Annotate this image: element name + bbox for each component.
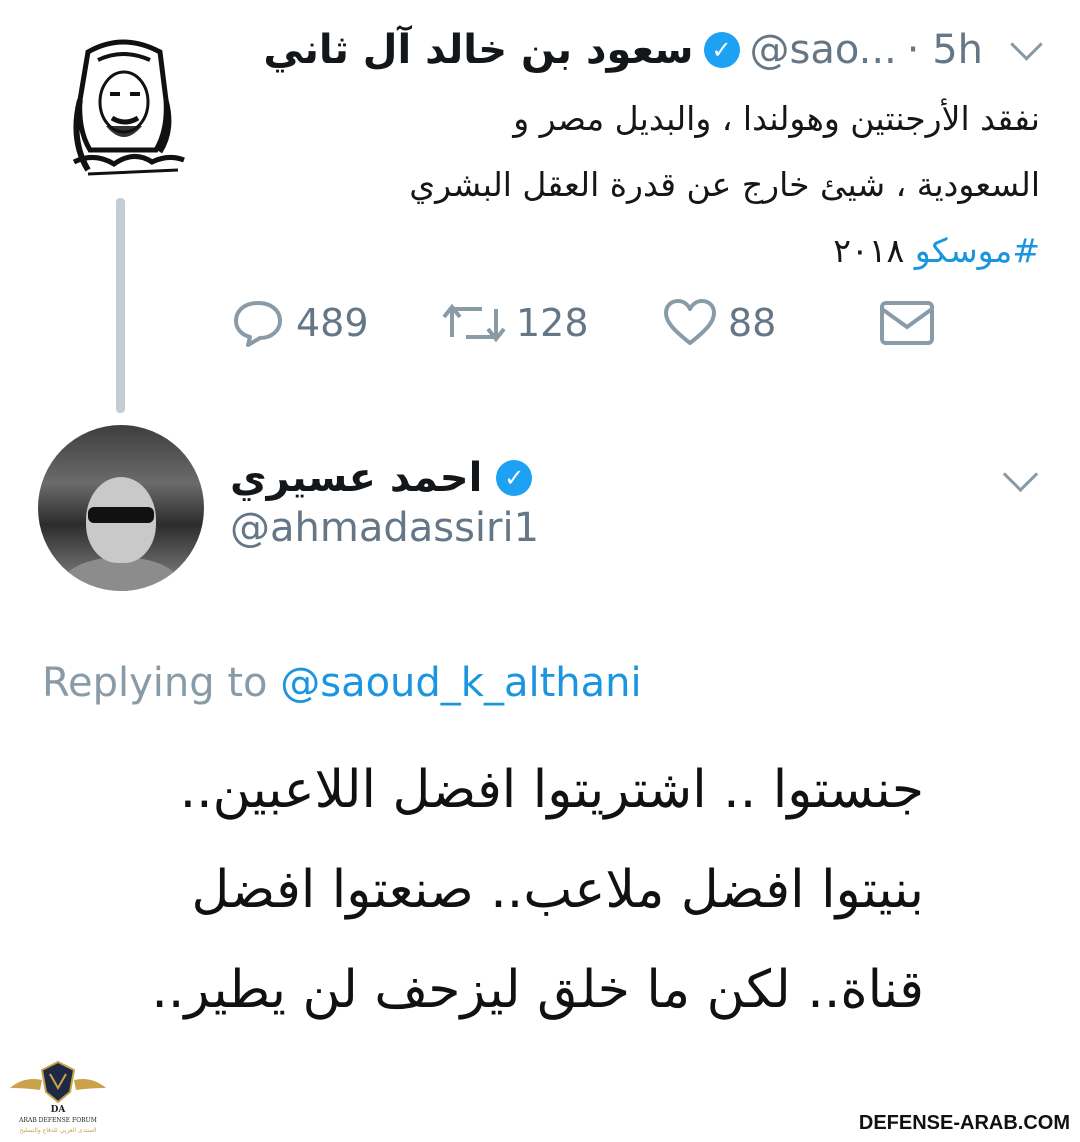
reply-header: احمد عسيري ✓ [230, 450, 533, 506]
reply-button[interactable]: 489 [230, 290, 369, 356]
chevron-down-icon[interactable] [1002, 456, 1039, 493]
watermark-logo: DA ARAB DEFENSE FORUM المنتدى العربي للد… [6, 1058, 110, 1138]
verified-badge-icon: ✓ [703, 32, 740, 68]
tweet-text: نفقد الأرجنتين وهولندا ، والبديل مصر و ا… [260, 86, 1040, 284]
reply-count: 489 [296, 301, 369, 345]
retweet-icon [442, 303, 506, 343]
tweet-text-line: نفقد الأرجنتين وهولندا ، والبديل مصر و [513, 99, 1040, 138]
reply-author-avatar[interactable] [38, 425, 204, 591]
verified-badge-icon: ✓ [496, 460, 533, 496]
reply-icon [234, 301, 282, 347]
like-count: 88 [728, 301, 777, 345]
thread-connector [116, 198, 125, 413]
tweet-timestamp[interactable]: · 5h [907, 27, 983, 73]
hashtag-suffix: ٢٠١٨ [833, 231, 905, 270]
heart-icon [664, 299, 716, 345]
chevron-down-icon[interactable] [1010, 27, 1043, 61]
envelope-icon [880, 301, 934, 345]
svg-text:المنتدى العربي للدفاع والتسليح: المنتدى العربي للدفاع والتسليح [20, 1127, 97, 1134]
reply-text-line: بنيتوا افضل ملاعب.. صنعتوا افضل [191, 860, 925, 920]
sunglasses-icon [88, 507, 154, 523]
tweet-hashtag-line: #موسكو ٢٠١٨ [260, 218, 1040, 284]
retweet-button[interactable]: 128 [442, 290, 589, 356]
svg-text:ARAB DEFENSE FORUM: ARAB DEFENSE FORUM [18, 1117, 97, 1124]
tweet-header: سعود بن خالد آل ثاني ✓ @sao... · 5h [230, 22, 1044, 78]
mention-link[interactable]: @saoud_k_althani [280, 660, 641, 706]
replying-prefix: Replying to [42, 660, 268, 706]
hashtag-link[interactable]: #موسكو [915, 231, 1040, 270]
eagle-shield-icon: DA ARAB DEFENSE FORUM المنتدى العربي للد… [10, 1060, 106, 1134]
svg-text:DA: DA [51, 1105, 67, 1115]
reply-text-line: جنستوا .. اشتريتوا افضل اللاعبين.. [179, 760, 924, 820]
direct-message-button[interactable] [878, 290, 936, 356]
tweet-actions: 489 128 88 [230, 290, 950, 356]
tweet-text-line: السعودية ، شيئ خارج عن قدرة العقل البشري [409, 165, 1040, 204]
like-button[interactable]: 88 [662, 290, 776, 356]
reply-author-handle[interactable]: @ahmadassiri1 [230, 505, 539, 551]
replying-to: Replying to @saoud_k_althani [42, 660, 642, 706]
watermark-site: DEFENSE-ARAB.COM [858, 1112, 1070, 1134]
reply-text: جنستوا .. اشتريتوا افضل اللاعبين.. بنيتو… [44, 740, 924, 1040]
author-avatar[interactable] [48, 30, 198, 180]
reply-author-name[interactable]: احمد عسيري [230, 455, 482, 501]
reply-text-line: قناة.. لكن ما خلق ليزحف لن يطير.. [151, 960, 924, 1020]
retweet-count: 128 [516, 301, 589, 345]
author-handle[interactable]: @sao... [750, 27, 897, 73]
author-name[interactable]: سعود بن خالد آل ثاني [263, 27, 693, 73]
portrait-sketch-icon [72, 39, 185, 176]
